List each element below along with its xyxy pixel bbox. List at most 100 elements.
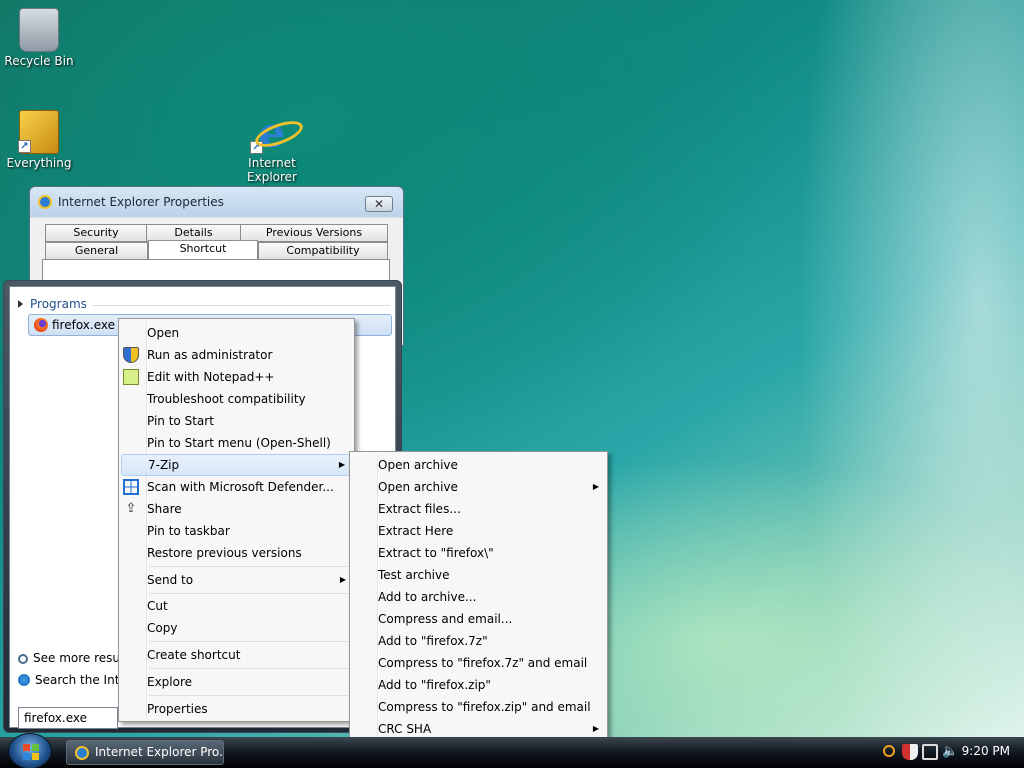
desktop-icon-label: Recycle Bin <box>4 54 74 68</box>
shortcut-arrow-icon: ↗ <box>18 140 31 153</box>
internet-explorer-icon <box>75 746 89 760</box>
menu-item-label: CRC SHA <box>378 722 432 736</box>
menu-item-pin-to-start[interactable]: Pin to Start <box>121 410 352 432</box>
menu-item-open-archive-submenu[interactable]: Open archive ▶ <box>352 476 605 498</box>
menu-item-label: Send to <box>147 573 194 587</box>
desktop-icon-everything[interactable]: ↗ Everything <box>0 110 79 170</box>
menu-item-create-shortcut[interactable]: Create shortcut <box>121 644 352 666</box>
menu-item-label: Pin to Start <box>147 414 214 428</box>
windows-logo-icon <box>23 744 39 760</box>
dialog-title: Internet Explorer Properties <box>58 195 224 209</box>
menu-item-extract-here[interactable]: Extract Here <box>352 520 605 542</box>
menu-item-label: Pin to Start menu (Open-Shell) <box>147 436 331 450</box>
tab-general[interactable]: General <box>45 242 148 260</box>
search-internet-label: Search the Internet <box>35 673 122 687</box>
tab-shortcut[interactable]: Shortcut <box>148 240 258 260</box>
menu-item-label: Open archive <box>378 480 458 494</box>
share-icon: ⇪ <box>125 501 137 516</box>
menu-item-label: Explore <box>147 675 193 689</box>
menu-item-open-archive[interactable]: Open archive <box>352 454 605 476</box>
taskbar-button-label: Internet Explorer Pro... <box>95 745 224 759</box>
menu-item-open[interactable]: Open <box>121 322 352 344</box>
tab-previous-versions[interactable]: Previous Versions <box>240 224 388 242</box>
desktop-icon-label: Everything <box>6 156 72 170</box>
menu-item-compress-to-zip-and-email[interactable]: Compress to "firefox.zip" and email <box>352 696 605 718</box>
see-more-results-link[interactable]: See more results <box>18 651 122 665</box>
menu-item-label: Properties <box>147 702 208 716</box>
firefox-icon <box>34 318 48 332</box>
menu-item-pin-to-taskbar[interactable]: Pin to taskbar <box>121 520 352 542</box>
security-shield-icon[interactable] <box>902 744 918 760</box>
internet-explorer-icon <box>38 195 52 209</box>
menu-item-compress-to-7z-and-email[interactable]: Compress to "firefox.7z" and email <box>352 652 605 674</box>
start-button[interactable] <box>8 733 52 768</box>
uac-shield-icon <box>123 347 139 363</box>
menu-item-label: Troubleshoot compatibility <box>147 392 306 406</box>
submenu-arrow-icon: ▶ <box>338 460 345 469</box>
menu-item-edit-with-notepad-plus-plus[interactable]: Edit with Notepad++ <box>121 366 352 388</box>
start-search-input[interactable]: firefox.exe <box>18 707 118 729</box>
tab-compatibility[interactable]: Compatibility <box>258 242 388 260</box>
programs-group-header[interactable]: Programs <box>18 297 87 311</box>
search-result-label: firefox.exe <box>52 318 116 332</box>
menu-item-share[interactable]: ⇪ Share <box>121 498 352 520</box>
menu-item-label: Add to "firefox.zip" <box>378 678 491 692</box>
menu-item-send-to[interactable]: Send to ▶ <box>121 569 352 591</box>
menu-item-label: Extract to "firefox\" <box>378 546 494 560</box>
menu-item-properties[interactable]: Properties <box>121 698 352 720</box>
defender-icon <box>123 479 139 495</box>
menu-item-extract-files[interactable]: Extract files... <box>352 498 605 520</box>
context-menu: Open Run as administrator Edit with Note… <box>118 318 355 722</box>
menu-item-cut[interactable]: Cut <box>121 595 352 617</box>
search-internet-link[interactable]: Search the Internet <box>18 673 122 687</box>
menu-item-add-to-7z[interactable]: Add to "firefox.7z" <box>352 630 605 652</box>
internet-explorer-icon: e ↗ <box>250 108 292 157</box>
menu-item-label: Compress and email... <box>378 612 513 626</box>
menu-item-label: Copy <box>147 621 178 635</box>
7-zip-submenu: Open archive Open archive ▶ Extract files… <box>349 451 608 741</box>
menu-item-explore[interactable]: Explore <box>121 671 352 693</box>
internet-explorer-icon <box>18 674 30 686</box>
taskbar-button-ie-properties[interactable]: Internet Explorer Pro... <box>66 740 224 765</box>
menu-separator <box>149 695 349 696</box>
taskbar-clock[interactable]: 9:20 PM <box>962 744 1010 758</box>
menu-item-label: Add to archive... <box>378 590 477 604</box>
desktop-icon-recycle-bin[interactable]: Recycle Bin <box>0 8 79 68</box>
menu-item-scan-with-defender[interactable]: Scan with Microsoft Defender... <box>121 476 352 498</box>
close-button[interactable]: ✕ <box>365 196 393 212</box>
shortcut-arrow-icon: ↗ <box>250 141 263 154</box>
menu-item-label: Scan with Microsoft Defender... <box>147 480 334 494</box>
menu-item-add-to-zip[interactable]: Add to "firefox.zip" <box>352 674 605 696</box>
menu-item-label: Open <box>147 326 180 340</box>
everything-icon: ↗ <box>18 110 59 154</box>
menu-item-label: Edit with Notepad++ <box>147 370 275 384</box>
menu-item-troubleshoot-compatibility[interactable]: Troubleshoot compatibility <box>121 388 352 410</box>
menu-item-pin-to-start-menu-open-shell[interactable]: Pin to Start menu (Open-Shell) <box>121 432 352 454</box>
menu-item-label: Extract files... <box>378 502 461 516</box>
menu-item-label: Add to "firefox.7z" <box>378 634 488 648</box>
recycle-bin-icon <box>19 8 59 52</box>
menu-item-label: Restore previous versions <box>147 546 302 560</box>
desktop-icon-internet-explorer[interactable]: e ↗ Internet Explorer <box>232 108 312 185</box>
menu-item-test-archive[interactable]: Test archive <box>352 564 605 586</box>
search-icon[interactable] <box>883 745 895 757</box>
menu-item-label: Compress to "firefox.7z" and email <box>378 656 588 670</box>
menu-item-label: Open archive <box>378 458 458 472</box>
menu-item-label: Create shortcut <box>147 648 241 662</box>
see-more-results-label: See more results <box>33 651 122 665</box>
submenu-arrow-icon: ▶ <box>592 482 599 491</box>
menu-item-run-as-administrator[interactable]: Run as administrator <box>121 344 352 366</box>
tab-security[interactable]: Security <box>45 224 147 242</box>
menu-item-add-to-archive[interactable]: Add to archive... <box>352 586 605 608</box>
menu-item-label: Run as administrator <box>147 348 273 362</box>
menu-item-label: Cut <box>147 599 168 613</box>
volume-muted-icon[interactable]: 🔈 <box>942 744 958 760</box>
menu-item-7-zip[interactable]: 7-Zip ▶ <box>121 454 352 476</box>
network-icon[interactable] <box>922 744 938 760</box>
menu-item-extract-to-folder[interactable]: Extract to "firefox\" <box>352 542 605 564</box>
menu-item-copy[interactable]: Copy <box>121 617 352 639</box>
menu-item-restore-previous-versions[interactable]: Restore previous versions <box>121 542 352 564</box>
menu-item-label: Compress to "firefox.zip" and email <box>378 700 591 714</box>
menu-item-compress-and-email[interactable]: Compress and email... <box>352 608 605 630</box>
submenu-arrow-icon: ▶ <box>339 575 346 584</box>
